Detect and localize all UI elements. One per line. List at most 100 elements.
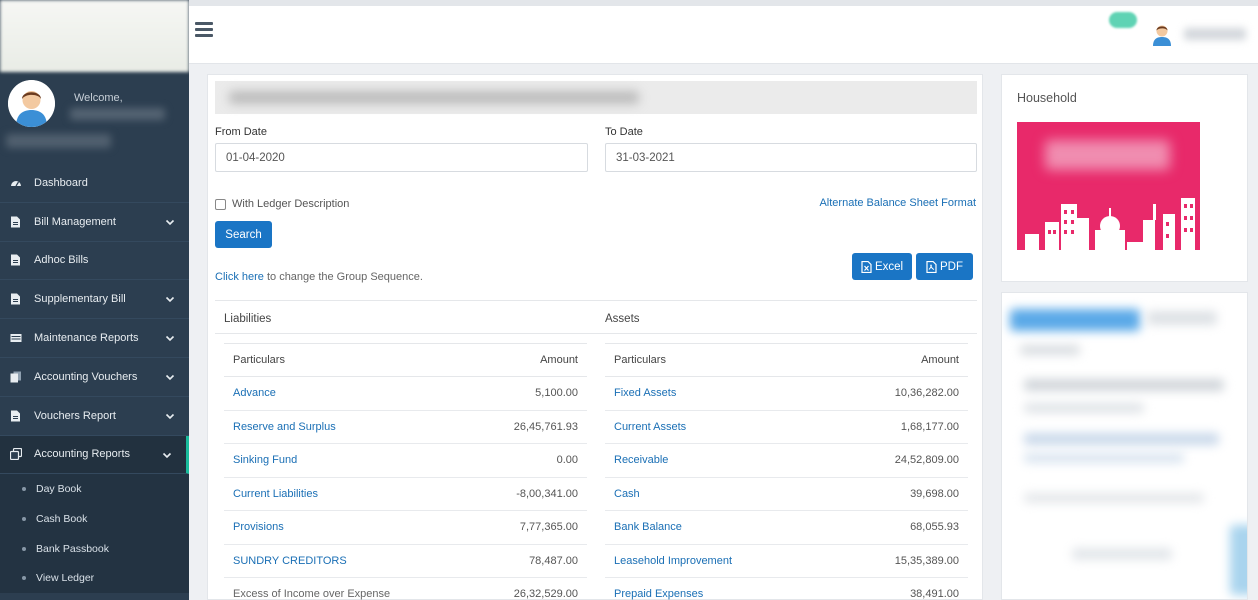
from-date-label: From Date xyxy=(215,126,267,138)
notices-card xyxy=(1001,292,1248,600)
particular-link[interactable]: Advance xyxy=(233,387,276,399)
particular-name: Excess of Income over Expense xyxy=(224,577,476,600)
from-date-input[interactable]: 01-04-2020 xyxy=(215,143,588,172)
particular-link[interactable]: Provisions xyxy=(233,521,284,533)
amount-cell: 10,36,282.00 xyxy=(835,376,968,411)
accounting-reports-submenu: Day Book Cash Book Bank Passbook View Ledge… xyxy=(0,474,189,594)
sidebar-item-label: Vouchers Report xyxy=(34,409,116,422)
user-avatar-icon[interactable] xyxy=(1151,22,1173,46)
file-icon xyxy=(10,410,22,422)
amount-cell: 68,055.93 xyxy=(835,510,968,545)
particular-link[interactable]: Leasehold Improvement xyxy=(614,555,732,567)
table-header-row: Particulars Amount xyxy=(224,343,587,377)
files-icon xyxy=(10,371,22,383)
sidebar-item-accounting-reports[interactable]: Accounting Reports xyxy=(0,435,189,475)
sidebar-subitem-bank-passbook[interactable]: Bank Passbook xyxy=(0,534,189,564)
sidebar-item-maintenance-reports[interactable]: Maintenance Reports xyxy=(0,319,189,358)
ledger-description-checkbox[interactable] xyxy=(215,198,226,210)
table-row: Sinking Fund 0.00 xyxy=(224,443,587,478)
particular-link[interactable]: Current Liabilities xyxy=(233,488,318,500)
sidebar-item-label: Maintenance Reports xyxy=(34,332,139,345)
amount-cell: 5,100.00 xyxy=(475,376,587,411)
chevron-down-icon xyxy=(162,450,172,460)
page-title xyxy=(215,81,977,114)
to-date-input[interactable]: 31-03-2021 xyxy=(605,143,977,172)
table-row: Receivable 24,52,809.00 xyxy=(605,443,968,478)
sidebar-subitem-cash-book[interactable]: Cash Book xyxy=(0,504,189,534)
click-here-link[interactable]: Click here xyxy=(215,271,264,283)
amount-header: Amount xyxy=(835,343,968,377)
sidebar-subitem-label: Day Book xyxy=(36,483,82,496)
particular-link[interactable]: Reserve and Surplus xyxy=(233,421,336,433)
particular-link[interactable]: Sinking Fund xyxy=(233,454,297,466)
liabilities-heading: Liabilities xyxy=(224,313,272,325)
bullet-icon xyxy=(22,487,26,492)
amount-cell: 39,698.00 xyxy=(835,477,968,511)
table-row: Prepaid Expenses 38,491.00 xyxy=(605,577,968,600)
particular-link[interactable]: Bank Balance xyxy=(614,521,682,533)
table-row: Current Assets 1,68,177.00 xyxy=(605,410,968,444)
brand-logo[interactable] xyxy=(0,0,189,72)
city-skyline-icon xyxy=(1017,198,1200,270)
amount-cell: 0.00 xyxy=(475,443,587,478)
amount-cell: 15,35,389.00 xyxy=(835,544,968,578)
table-row: Provisions 7,77,365.00 xyxy=(224,510,587,545)
sidebar-item-vouchers-report[interactable]: Vouchers Report xyxy=(0,397,189,436)
sidebar-item-bill-management[interactable]: Bill Management xyxy=(0,203,189,242)
excel-button-label: Excel xyxy=(874,260,904,273)
amount-cell: 1,68,177.00 xyxy=(835,410,968,444)
sidebar-item-dashboard[interactable]: Dashboard xyxy=(0,164,189,203)
particular-link[interactable]: Current Assets xyxy=(614,421,686,433)
table-row: Cash 39,698.00 xyxy=(605,477,968,511)
household-card: Household xyxy=(1001,74,1248,282)
sidebar-item-supplementary-bill[interactable]: Supplementary Bill xyxy=(0,280,189,320)
table-row: Leasehold Improvement 15,35,389.00 xyxy=(605,544,968,578)
chevron-down-icon xyxy=(165,294,175,304)
ledger-description-label: With Ledger Description xyxy=(232,198,350,210)
table-row: Fixed Assets 10,36,282.00 xyxy=(605,376,968,411)
pdf-button[interactable]: PDF xyxy=(916,253,973,280)
particular-link[interactable]: Prepaid Expenses xyxy=(614,588,703,600)
sidebar-item-label: Accounting Reports xyxy=(34,448,130,461)
table-header-row: Particulars Amount xyxy=(605,343,968,377)
copy-icon xyxy=(10,448,22,461)
user-name[interactable] xyxy=(1184,28,1246,40)
particular-link[interactable]: Fixed Assets xyxy=(614,387,676,399)
ledger-description-option: With Ledger Description xyxy=(215,198,349,210)
sidebar-item-label: Bill Management xyxy=(34,215,116,228)
pdf-file-icon xyxy=(926,260,937,273)
blurred-tab[interactable] xyxy=(1010,309,1140,331)
sidebar-subitem-day-book[interactable]: Day Book xyxy=(0,474,189,504)
assets-table: Particulars Amount Fixed Assets 10,36,282… xyxy=(605,343,968,600)
balance-sheet-card: From Date 01-04-2020 To Date 31-03-2021 … xyxy=(207,74,983,600)
sidebar-subitem-label: Bank Passbook xyxy=(36,542,109,555)
table-row: SUNDRY CREDITORS 78,487.00 xyxy=(224,544,587,578)
table-row: Reserve and Surplus 26,45,761.93 xyxy=(224,410,587,444)
notification-icon[interactable] xyxy=(1109,12,1137,28)
dashboard-icon xyxy=(10,177,22,189)
particular-link[interactable]: Receivable xyxy=(614,454,668,466)
bullet-icon xyxy=(22,576,26,581)
pdf-button-label: PDF xyxy=(940,260,963,273)
sidebar-subitem-view-ledger[interactable]: View Ledger xyxy=(0,563,189,593)
hamburger-menu-icon[interactable] xyxy=(195,22,213,37)
amount-cell: 26,45,761.93 xyxy=(475,410,587,444)
household-banner-image[interactable] xyxy=(1017,122,1200,270)
amount-header: Amount xyxy=(475,343,587,377)
household-title: Household xyxy=(1017,91,1077,105)
sidebar-item-accounting-vouchers[interactable]: Accounting Vouchers xyxy=(0,358,189,397)
particular-link[interactable]: Cash xyxy=(614,488,640,500)
excel-button[interactable]: Excel xyxy=(852,253,912,280)
sidebar: Welcome, Dashboard Bill Management Adhoc B… xyxy=(0,0,189,600)
sidebar-item-label: Adhoc Bills xyxy=(34,254,89,267)
amount-cell: 26,32,529.00 xyxy=(475,577,587,600)
particular-link[interactable]: SUNDRY CREDITORS xyxy=(233,555,347,567)
chevron-down-icon xyxy=(165,372,175,382)
file-icon xyxy=(10,293,22,305)
sidebar-item-adhoc-bills[interactable]: Adhoc Bills xyxy=(0,242,189,281)
amount-cell: 7,77,365.00 xyxy=(475,510,587,545)
search-button[interactable]: Search xyxy=(215,221,272,248)
sidebar-item-label: Supplementary Bill xyxy=(34,293,126,306)
alternate-format-link[interactable]: Alternate Balance Sheet Format xyxy=(819,197,976,209)
particulars-header: Particulars xyxy=(224,343,476,377)
